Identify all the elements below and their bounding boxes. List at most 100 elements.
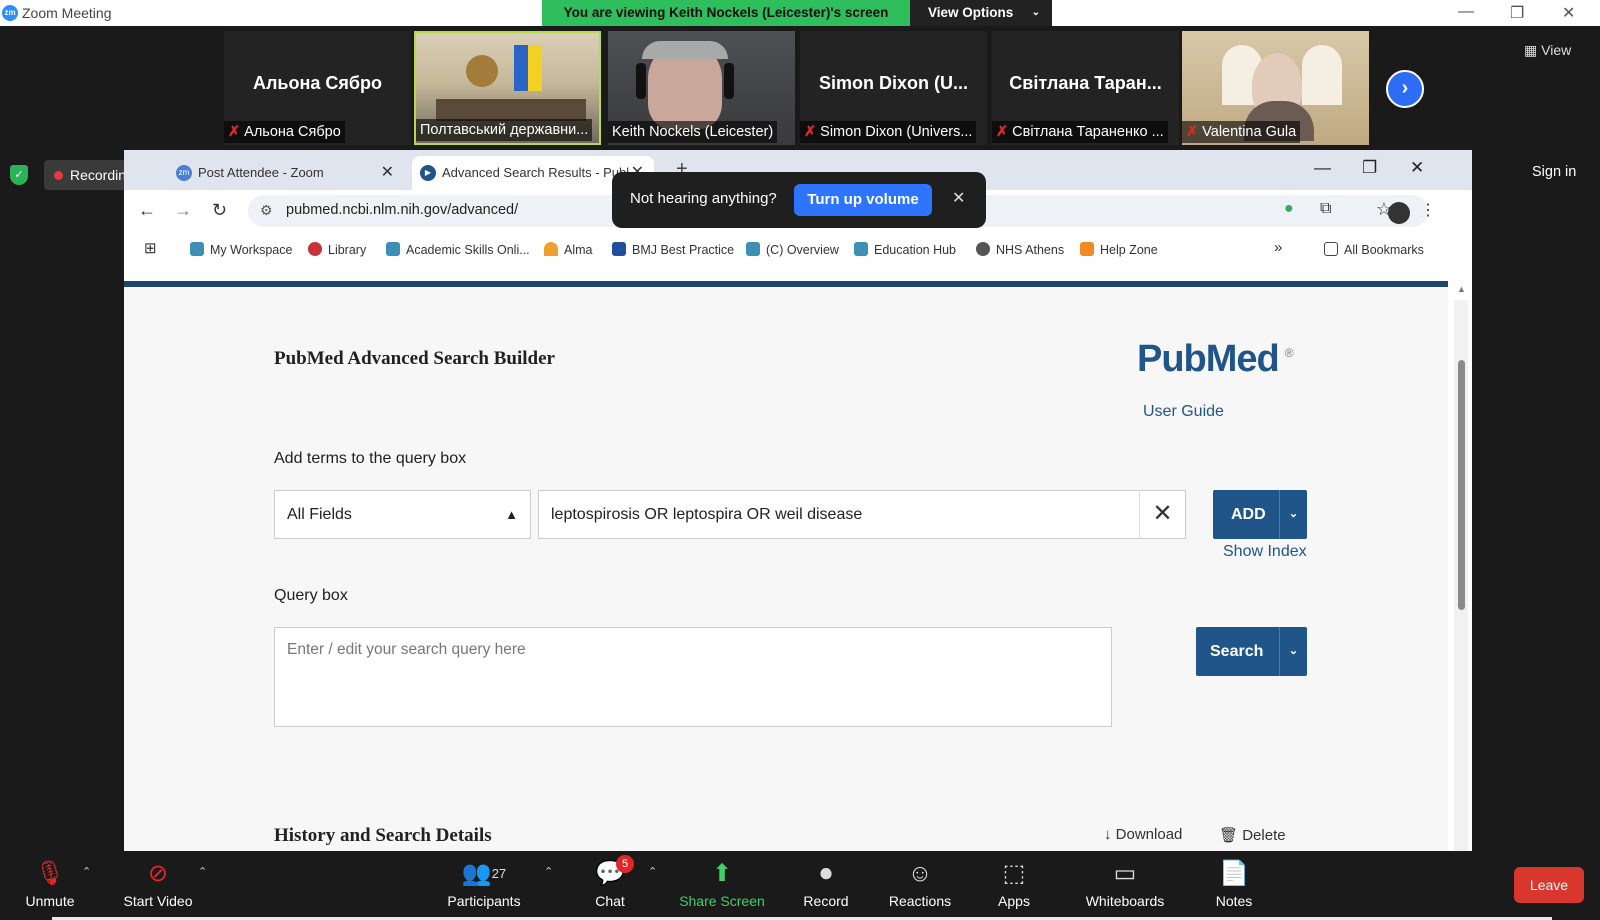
notes-button[interactable]: 📄 Notes	[1184, 859, 1284, 909]
bookmark-icon	[190, 242, 204, 256]
user-guide-link[interactable]: User Guide	[1143, 403, 1224, 421]
bookmark-label: BMJ Best Practice	[632, 243, 735, 257]
pubmed-logo[interactable]: PubMed ®	[1137, 338, 1294, 381]
url-text: pubmed.ncbi.nlm.nih.gov/advanced/	[286, 202, 519, 218]
view-button[interactable]: ▦ View	[1524, 42, 1571, 59]
all-bookmarks-button[interactable]: All Bookmarks	[1324, 242, 1424, 257]
chevron-down-icon: ⌄	[1031, 7, 1040, 18]
minimize-icon[interactable]: —	[1314, 158, 1331, 178]
participants-count: 27	[491, 866, 507, 881]
chevron-down-icon[interactable]: ⌄	[1279, 627, 1307, 676]
more-bookmarks-icon[interactable]: »	[1274, 239, 1282, 256]
close-icon[interactable]: ✕	[1410, 158, 1424, 178]
minimize-icon[interactable]: —	[1458, 3, 1474, 21]
bookmark-item[interactable]: Help Zone	[1080, 242, 1158, 257]
bookmark-icon	[386, 242, 400, 256]
search-button[interactable]: Search ⌄	[1196, 627, 1307, 676]
bookmark-item[interactable]: Education Hub	[854, 242, 956, 257]
reload-icon[interactable]: ↻	[212, 200, 227, 221]
chat-caret-icon[interactable]: ⌃	[648, 865, 657, 878]
search-button-label: Search	[1210, 643, 1264, 660]
headset-image	[636, 63, 646, 99]
bookmark-item[interactable]: Alma	[544, 242, 592, 257]
participant-label-text: Valentina Gula	[1202, 124, 1297, 140]
restore-icon[interactable]: ❐	[1510, 3, 1524, 23]
participant-tile-video[interactable]: ✗ Valentina Gula	[1182, 31, 1369, 145]
extension-icon[interactable]: ●	[1284, 200, 1294, 218]
mic-muted-icon: ✗	[1186, 124, 1199, 140]
turn-up-volume-button[interactable]: Turn up volume	[794, 184, 932, 216]
bookmark-item[interactable]: NHS Athens	[976, 242, 1064, 257]
scrollbar-thumb[interactable]	[1458, 360, 1465, 610]
menu-dots-icon[interactable]: ⋮	[1420, 200, 1436, 220]
bookmark-item[interactable]: Library	[308, 242, 366, 257]
pubmed-logo-text: PubMed	[1137, 338, 1280, 380]
term-input[interactable]: leptospirosis OR leptospira OR weil dise…	[538, 490, 1186, 539]
reactions-button[interactable]: ☺ Reactions	[870, 859, 970, 909]
apps-grid-icon[interactable]: ⊞	[144, 239, 157, 257]
participant-label: ✗ Simon Dixon (Univers...	[800, 121, 977, 143]
bookmark-item[interactable]: Academic Skills Onli...	[386, 242, 530, 257]
chat-button[interactable]: 💬 5 Chat	[560, 855, 660, 909]
query-box-label: Query box	[274, 587, 348, 604]
participant-tile-video[interactable]: Keith Nockels (Leicester)	[608, 31, 795, 145]
participant-tile[interactable]: Світлана Таран... ✗ Світлана Тараненко ..…	[992, 31, 1179, 145]
video-options-caret-icon[interactable]: ⌃	[198, 865, 207, 878]
add-button[interactable]: ADD ⌄	[1213, 490, 1307, 539]
download-label: Download	[1115, 826, 1183, 843]
show-index-link[interactable]: Show Index	[1223, 543, 1307, 561]
leave-button[interactable]: Leave	[1514, 867, 1584, 903]
sign-in-link[interactable]: Sign in	[1532, 164, 1576, 180]
start-video-button[interactable]: ⊘ Start Video	[108, 859, 208, 909]
forward-arrow-icon[interactable]: →	[174, 200, 192, 221]
chevron-down-icon[interactable]: ⌄	[1279, 490, 1307, 539]
audio-options-caret-icon[interactable]: ⌃	[82, 865, 91, 878]
headset-image	[724, 63, 734, 99]
participant-name-display: Світлана Таран...	[1009, 73, 1162, 93]
participant-tile[interactable]: Simon Dixon (U... ✗ Simon Dixon (Univers.…	[800, 31, 987, 145]
record-button[interactable]: ⏺ Record	[776, 859, 876, 909]
bookmark-item[interactable]: My Workspace	[190, 242, 292, 257]
clear-input-icon[interactable]: ✕	[1139, 491, 1185, 538]
puzzle-icon[interactable]: ⧉	[1320, 200, 1331, 218]
site-settings-icon[interactable]: ⚙	[260, 202, 273, 219]
restore-icon[interactable]: ❐	[1362, 158, 1377, 178]
participant-tile-video[interactable]: Полтавський державни...	[414, 31, 601, 145]
participants-icon: 👥27	[461, 860, 507, 887]
sort-arrows-icon: ▲	[505, 507, 518, 522]
participants-caret-icon[interactable]: ⌃	[544, 865, 553, 878]
share-screen-label: Share Screen	[679, 893, 765, 909]
bookmark-item[interactable]: (C) Overview	[746, 242, 839, 257]
scroll-up-icon[interactable]: ▲	[1457, 284, 1466, 294]
back-arrow-icon[interactable]: ←	[138, 200, 156, 221]
view-options-button[interactable]: View Options ⌄	[910, 0, 1052, 26]
field-select-value: All Fields	[287, 506, 352, 523]
participant-label: ✗ Valentina Gula	[1182, 121, 1301, 143]
profile-avatar[interactable]	[1388, 202, 1410, 224]
close-icon[interactable]: ✕	[1562, 3, 1575, 23]
participant-label: ✗ Альона Сябро	[224, 121, 345, 143]
shield-icon[interactable]: ✓	[10, 165, 28, 185]
apps-button[interactable]: ⬚ Apps	[964, 859, 1064, 909]
whiteboards-button[interactable]: ▭ Whiteboards	[1070, 859, 1180, 909]
reactions-label: Reactions	[888, 893, 952, 909]
participants-button[interactable]: 👥27 Participants	[434, 859, 534, 909]
bookmark-item[interactable]: BMJ Best Practice	[612, 242, 734, 257]
participant-label-text: Альона Сябро	[244, 124, 341, 140]
next-page-arrow-icon[interactable]: ›	[1386, 70, 1424, 108]
close-toast-icon[interactable]: ✕	[952, 188, 965, 208]
participants-label: Participants	[447, 893, 521, 909]
share-screen-button[interactable]: ⬆ Share Screen	[672, 859, 772, 909]
query-box-textarea[interactable]: Enter / edit your search query here	[274, 627, 1112, 727]
apps-label: Apps	[998, 893, 1030, 909]
toast-message: Not hearing anything?	[630, 190, 777, 207]
participant-tile[interactable]: Альона Сябро ✗ Альона Сябро	[224, 31, 411, 145]
download-button[interactable]: ↓ Download	[1104, 826, 1182, 843]
bookmark-label: Alma	[564, 243, 593, 257]
help-icon	[1080, 242, 1094, 256]
field-select[interactable]: All Fields ▲	[274, 490, 531, 539]
browser-tab[interactable]: zm Post Attendee - Zoom ✕	[168, 156, 404, 190]
close-tab-icon[interactable]: ✕	[381, 156, 394, 190]
bookmark-label: NHS Athens	[996, 243, 1065, 257]
delete-button[interactable]: 🗑 Delete	[1219, 826, 1286, 844]
